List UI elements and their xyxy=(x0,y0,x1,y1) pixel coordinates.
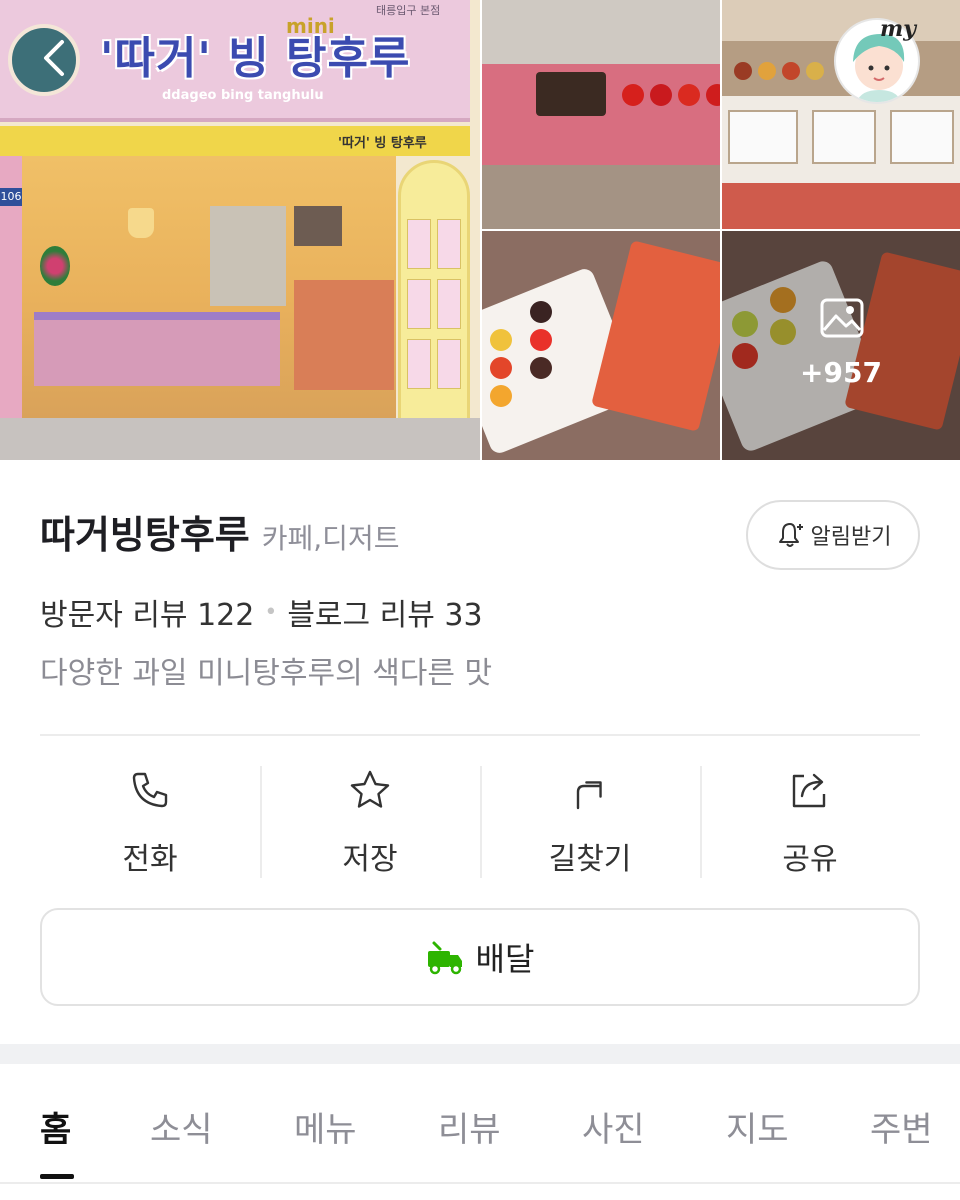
sign-subtitle: ddageo bing tanghulu xyxy=(162,88,324,103)
door-pane xyxy=(437,279,461,329)
delivery-label: 배달 xyxy=(475,940,535,978)
visitor-reviews-link[interactable]: 방문자 리뷰 122 xyxy=(40,590,254,634)
wrapper-bag xyxy=(591,240,720,432)
tab-bar-border xyxy=(0,1182,960,1184)
review-separator: • xyxy=(264,599,278,625)
tab-home[interactable]: 홈 xyxy=(40,1102,71,1151)
fruit-box xyxy=(536,72,606,116)
gallery-photo-tanghulu-a[interactable] xyxy=(482,231,720,460)
share-button[interactable]: 공유 xyxy=(700,766,920,878)
active-tab-indicator xyxy=(40,1174,74,1179)
tanghulu-row xyxy=(734,62,824,80)
front-counter xyxy=(34,312,280,386)
tab-map[interactable]: 지도 xyxy=(726,1102,789,1151)
place-category: 카페,디저트 xyxy=(261,522,400,555)
fruit xyxy=(530,301,552,323)
more-photos-count: +957 xyxy=(800,356,882,389)
save-label: 저장 xyxy=(342,842,398,877)
delivery-truck-icon xyxy=(427,941,462,975)
notification-label: 알림받기 xyxy=(810,525,892,550)
shop-door xyxy=(398,160,470,442)
action-bar: 전화 저장 길찾기 공유 xyxy=(40,766,920,878)
back-arrow-icon[interactable] xyxy=(34,38,74,78)
photo-gallery: mini '따거' 빙 탕후루 ddageo bing tanghulu 태릉입… xyxy=(0,0,960,460)
fruit xyxy=(490,329,512,351)
fruit xyxy=(530,357,552,379)
notification-button[interactable]: 알림받기 xyxy=(746,500,920,570)
call-button[interactable]: 전화 xyxy=(40,766,260,878)
review-summary: 방문자 리뷰 122 • 블로그 리뷰 33 xyxy=(40,590,483,634)
fruit xyxy=(490,357,512,379)
save-button[interactable]: 저장 xyxy=(260,766,480,878)
section-band xyxy=(0,1044,960,1064)
display-tray xyxy=(728,110,798,164)
image-icon xyxy=(820,298,864,338)
fruit-skewer xyxy=(490,329,512,407)
directions-button[interactable]: 길찾기 xyxy=(480,766,700,878)
display-tray xyxy=(890,110,954,164)
tab-menu[interactable]: 메뉴 xyxy=(294,1102,357,1151)
fruit xyxy=(490,385,512,407)
phone-icon xyxy=(132,772,168,808)
door-pane xyxy=(407,339,431,389)
fruit xyxy=(758,62,776,80)
tanghulu-sticks xyxy=(622,84,720,106)
fruit xyxy=(706,84,720,106)
display-counter xyxy=(294,280,394,390)
place-description: 다양한 과일 미니탕후루의 색다른 맛 xyxy=(40,656,493,691)
star-icon xyxy=(350,770,390,808)
door-pane xyxy=(407,279,431,329)
share-icon xyxy=(792,773,826,808)
call-label: 전화 xyxy=(122,842,178,877)
door-pane xyxy=(437,219,461,269)
place-name: 따거빙탕후루 xyxy=(40,513,250,557)
fruit xyxy=(782,62,800,80)
tab-reviews[interactable]: 리뷰 xyxy=(438,1102,501,1151)
fridge xyxy=(210,206,286,306)
share-label: 공유 xyxy=(782,842,838,877)
fruit xyxy=(622,84,644,106)
machine xyxy=(294,206,342,246)
directions-label: 길찾기 xyxy=(548,842,632,877)
display-tray xyxy=(812,110,876,164)
section-divider xyxy=(40,734,920,736)
pendant-lamp xyxy=(128,208,154,238)
sign-title: '따거' 빙 탕후루 xyxy=(100,33,411,84)
bell-plus-icon xyxy=(778,523,803,547)
tab-nearby[interactable]: 주변 xyxy=(870,1102,933,1151)
place-title-row: 따거빙탕후루 카페,디저트 xyxy=(40,504,399,559)
awning-text: '따거' 빙 탕후루 xyxy=(338,136,427,151)
flower-plant xyxy=(40,246,70,286)
door-pane xyxy=(437,339,461,389)
delivery-button[interactable]: 배달 xyxy=(40,908,920,1006)
gallery-photo-counter[interactable] xyxy=(482,0,720,229)
building-number: 106 xyxy=(0,188,22,206)
tab-bar: 홈 소식 메뉴 리뷰 사진 지도 주변 xyxy=(0,1064,960,1200)
my-label: my xyxy=(880,16,917,42)
sign-address: 태릉입구 본점 xyxy=(376,4,441,17)
tab-news[interactable]: 소식 xyxy=(150,1102,213,1151)
fruit-skewer xyxy=(530,301,552,379)
tab-photos[interactable]: 사진 xyxy=(582,1102,645,1151)
more-photos-overlay[interactable] xyxy=(722,231,960,460)
fruit xyxy=(806,62,824,80)
fruit xyxy=(734,62,752,80)
gallery-photo-display-case[interactable] xyxy=(722,0,960,229)
sidewalk xyxy=(0,418,480,460)
blog-reviews-link[interactable]: 블로그 리뷰 33 xyxy=(287,590,482,634)
fruit xyxy=(650,84,672,106)
door-pane xyxy=(407,219,431,269)
fruit xyxy=(678,84,700,106)
fruit xyxy=(530,329,552,351)
directions-icon xyxy=(576,781,602,810)
